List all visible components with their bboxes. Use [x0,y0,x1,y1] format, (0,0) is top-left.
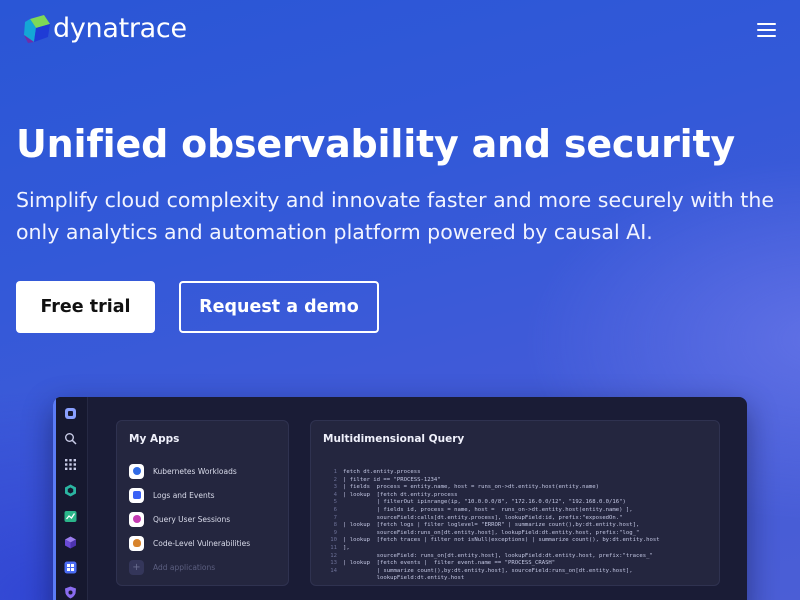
app-item-logs[interactable]: Logs and Events [129,487,215,503]
app-item-label: Kubernetes Workloads [153,466,237,476]
app-item-label: Query User Sessions [153,514,231,524]
code-line: 4 | lookup [fetch dt.entity.process [321,492,716,500]
search-icon[interactable] [64,432,77,445]
code-text: sourceField:calls[dt.entity.process], lo… [343,514,623,521]
dynatrace-logo-mark-icon [24,15,50,43]
line-number: 10 [330,537,337,544]
query-code-editor[interactable]: 1 fetch dt.entity.process 2 | filter id == … [321,469,716,583]
code-text: | lookup [fetch events | filter event.na… [343,560,556,567]
app-item-label: Code-Level Vulnerabilities [153,538,251,548]
code-text: sourceField: runs_on[dt.entity.host], lo… [343,552,653,559]
line-number [321,575,337,583]
query-panel: Multidimensional Query 1 fetch dt.entity.… [310,420,720,586]
hexagon-icon[interactable] [64,484,77,497]
code-text: | lookup [fetch logs | filter loglevel= … [343,522,640,529]
code-line: 12 sourceField: runs_on[dt.entity.host],… [321,553,716,561]
line-number: 3 [333,484,337,491]
my-apps-panel: My Apps Kubernetes Workloads Logs and Ev… [116,420,289,586]
code-line: 3 | fields process = entity.name, host = … [321,484,716,492]
code-line: 2 | filter id == "PROCESS-1234" [321,477,716,485]
code-text: | filter id == "PROCESS-1234" [343,476,441,483]
query-title: Multidimensional Query [323,433,465,445]
code-line: 13 | lookup [fetch events | filter event.… [321,560,716,568]
line-number: 5 [333,499,337,506]
line-number: 7 [333,514,337,521]
line-number: 9 [333,529,337,536]
code-line: 7 sourceField:calls[dt.entity.process], … [321,515,716,523]
shield-icon[interactable] [64,586,77,599]
my-apps-title: My Apps [129,433,180,445]
line-number: 13 [330,560,337,567]
line-number: 6 [333,506,337,513]
app-item-label: Logs and Events [153,490,215,500]
code-text: sourceField:runs_on[dt.entity.host], loo… [343,529,640,536]
add-applications-button[interactable]: + Add applications [129,559,215,575]
line-number: 4 [333,491,337,498]
code-text: lookupField:dt.entity.host [343,575,465,582]
apps-grid-icon[interactable] [64,458,77,471]
plus-icon: + [129,559,144,575]
dynatrace-icon[interactable] [64,407,77,420]
code-line: 1 fetch dt.entity.process [321,469,716,477]
logs-icon-mark [132,491,141,499]
code-text: | fields process = entity.name, host = r… [343,484,599,491]
code-line: 11], [321,545,716,553]
sessions-icon [129,511,144,527]
chart-icon[interactable] [64,510,77,523]
code-line: 5 | filterOut ipinrange(ip, "10.0.0.0/8"… [321,499,716,507]
dashboard-icon[interactable] [64,561,77,574]
code-text: | lookup [fetch traces | filter not isNu… [343,537,660,544]
code-text: ], [343,544,350,551]
code-line: 8 | lookup [fetch logs | filter loglevel=… [321,522,716,530]
request-demo-button[interactable]: Request a demo [179,281,379,333]
app-item-vulnerabilities[interactable]: Code-Level Vulnerabilities [129,535,250,551]
kubernetes-icon [129,463,144,479]
code-text: | lookup [fetch dt.entity.process [343,491,458,498]
logs-icon [129,487,144,503]
code-text: | filterOut ipinrange(ip, "10.0.0.0/8", … [343,499,626,506]
bug-icon-mark [132,539,141,547]
brand-name: dynatrace [53,13,187,44]
code-line: 9 sourceField:runs_on[dt.entity.host], l… [321,530,716,538]
cube-icon[interactable] [64,536,77,549]
line-number: 2 [333,476,337,483]
line-number: 11 [330,544,337,551]
bug-icon [129,535,144,551]
code-line: 14 | summarize count(),by:dt.entity.host… [321,568,716,576]
site-header: dynatrace [0,0,800,60]
rail-accent [53,397,56,600]
code-text: | fields id, process = name, host = runs… [343,506,633,513]
sessions-icon-mark [132,515,141,523]
code-line: 10 | lookup [fetch traces | filter not is… [321,537,716,545]
code-text: | summarize count(),by:dt.entity.host], … [343,567,633,574]
line-number: 8 [333,522,337,529]
code-line: lookupField:dt.entity.host [321,575,716,583]
line-number: 12 [330,552,337,559]
product-screenshot: My Apps Kubernetes Workloads Logs and Ev… [53,397,747,600]
code-text: fetch dt.entity.process [343,469,421,475]
app-item-sessions[interactable]: Query User Sessions [129,511,230,527]
hero-title: Unified observability and security [16,122,735,166]
add-applications-label: Add applications [153,562,216,572]
hero-subtitle: Simplify cloud complexity and innovate f… [16,188,774,244]
code-line: 6 | fields id, process = name, host = ru… [321,507,716,515]
hamburger-menu-icon[interactable] [757,21,777,39]
line-number: 1 [333,469,337,475]
free-trial-button[interactable]: Free trial [16,281,155,333]
kubernetes-icon-mark [132,467,141,475]
app-item-kubernetes[interactable]: Kubernetes Workloads [129,463,237,479]
line-number: 14 [330,567,337,574]
dynatrace-logo[interactable]: dynatrace [24,15,187,43]
app-sidebar-rail [53,397,88,600]
